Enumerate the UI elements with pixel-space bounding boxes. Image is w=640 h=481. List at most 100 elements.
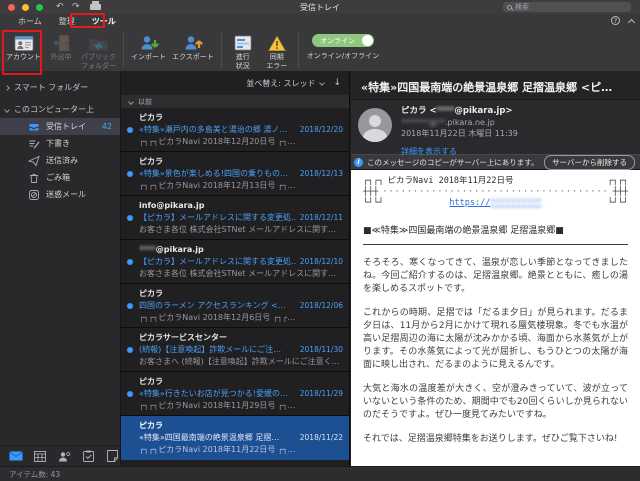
item-count: アイテム数: 43 — [9, 469, 61, 479]
sidebar-section-on-this-computer[interactable]: このコンピューター上 — [0, 101, 120, 118]
from-name: ピカラ < — [401, 106, 437, 116]
sort-label: 並べ替え: スレッド — [246, 78, 316, 88]
unread-dot — [127, 347, 133, 353]
list-item-selected[interactable]: ピカラ «特集»四国最南端の絶景温泉郷 足摺… 2018/11/22 ┌┐┌┐ピカ… — [121, 416, 349, 460]
banner-dots: ········································… — [382, 187, 609, 197]
content-area: スマート フォルダー このコンピューター上 受信トレイ 42 下書き 送信済み … — [0, 71, 640, 466]
redacted-url: ********** — [490, 198, 542, 208]
module-switcher — [0, 445, 121, 466]
newsletter-link[interactable]: https://********** — [449, 198, 541, 208]
people-module-icon[interactable] — [57, 450, 71, 462]
accounts-label: アカウント — [6, 53, 41, 61]
banner-corner: ┌┐┌┐ — [607, 176, 628, 186]
toolbar-separator — [297, 32, 299, 68]
item-date: 2018/11/22 — [299, 433, 343, 442]
account-card-icon — [14, 33, 34, 53]
tab-organize[interactable]: 整理 — [59, 16, 75, 27]
item-subject: «特集»景色が楽しめる!四国の乗りもの… — [139, 169, 288, 178]
list-item[interactable]: ピカラ «特集»瀬戸内の多島美と湯治の郷 湯ノ… 2018/12/20 ┌┐┌┐ピ… — [121, 108, 349, 152]
item-preview: ┌┐┌┐ピカラNavi 2018年12月6日号 ┌┐┌… — [139, 313, 296, 322]
warning-triangle-icon — [268, 33, 286, 53]
calendar-module-icon[interactable] — [33, 450, 47, 462]
chevron-down-icon — [128, 98, 134, 105]
list-item[interactable]: info@pikara.jp 【ピカラ】メールアドレスに関する変更処… 2018/… — [121, 196, 349, 240]
out-of-office-button: 外出中 — [44, 31, 78, 64]
list-item[interactable]: ピカラ 四国のラーメン アクセスランキング <… 2018/12/06 ┌┐┌┐ピ… — [121, 284, 349, 328]
online-toggle[interactable]: オンライン — [311, 34, 374, 47]
item-sender: ピカラサービスセンター — [139, 333, 227, 342]
sidebar-item-trash[interactable]: ごみ箱 — [0, 169, 120, 186]
export-button[interactable]: エクスポート — [169, 31, 217, 64]
door-icon — [53, 33, 70, 53]
message-date: 2018年11月22日 木曜日 11:39 — [401, 129, 518, 138]
show-details-link[interactable]: 詳細を表示する — [401, 146, 457, 158]
item-sender: info@pikara.jp — [139, 201, 205, 210]
server-copy-text: このメッセージのコピーがサーバー上にあります。 — [367, 157, 539, 167]
import-button[interactable]: インポート — [128, 31, 169, 64]
sidebar-item-inbox[interactable]: 受信トレイ 42 — [0, 118, 120, 135]
body-paragraph: それでは、足摺温泉郷特集をお送りします。ぜひご覧下さいね! — [363, 434, 618, 444]
search-box[interactable] — [503, 2, 631, 12]
item-subject: 【ピカラ】メールアドレスに関する変更処… — [139, 257, 296, 266]
item-preview: お客さま各位 株式会社STNet メールアドレスに関す… — [139, 225, 337, 234]
tab-home[interactable]: ホーム — [18, 16, 42, 27]
item-subject: «特集»瀬戸内の多島美と湯治の郷 湯ノ… — [139, 125, 288, 134]
ribbon-tab-bar: ホーム 整理 ツール ? — [0, 14, 640, 29]
list-item[interactable]: ピカラ «特集»行きたいお店が見つかる!愛媛の… 2018/11/29 ┌┐┌┐ピ… — [121, 372, 349, 416]
item-preview: お客さま各位 株式会社STNet メールアドレスに関す… — [139, 269, 337, 278]
folder-sidebar: スマート フォルダー このコンピューター上 受信トレイ 42 下書き 送信済み … — [0, 71, 121, 466]
help-icon[interactable]: ? — [611, 16, 620, 25]
group-label: 以前 — [138, 97, 152, 106]
sidebar-item-junk[interactable]: 迷惑メール — [0, 186, 120, 203]
tasks-module-icon[interactable] — [81, 450, 95, 462]
search-icon — [507, 4, 512, 10]
chevron-down-icon — [4, 106, 10, 113]
toolbar-separator — [220, 32, 222, 68]
app-window: ↶ ↷ 受信トレイ ホーム 整理 ツール ? アカウント 外出中 — [0, 0, 640, 481]
sync-errors-button[interactable]: 同期 エラー — [260, 31, 294, 73]
sender-avatar — [358, 108, 392, 142]
list-item[interactable]: ピカラサービスセンター (続報)【注意喚起】詐欺メールにご注… 2018/11/3… — [121, 328, 349, 372]
status-bar: アイテム数: 43 — [0, 466, 640, 481]
progress-button[interactable]: 進行 状況 — [226, 31, 260, 73]
banner-corner: ┌┐┌┐ — [363, 176, 384, 186]
sort-direction-icon[interactable]: ↓ — [333, 78, 341, 88]
sort-bar[interactable]: 並べ替え: スレッド ↓ — [121, 71, 349, 95]
inbox-icon — [28, 121, 40, 133]
item-sender: ピカラ — [139, 157, 163, 166]
online-offline-group: オンライン オンライン/オフライン — [307, 31, 379, 61]
list-item[interactable]: ピカラ «特集»景色が楽しめる!四国の乗りもの… 2018/12/13 ┌┐┌┐ピ… — [121, 152, 349, 196]
banner-corner: └┘└┘ — [363, 198, 384, 208]
body-paragraph: そろそろ、寒くなってきて、温泉が恋しい季節となってきましたね。今回ご紹介するのは… — [363, 258, 628, 294]
accounts-button[interactable]: アカウント — [3, 31, 44, 64]
sidebar-item-drafts[interactable]: 下書き — [0, 135, 120, 152]
sidebar-section-smart-folders[interactable]: スマート フォルダー — [0, 79, 120, 96]
unread-dot — [127, 171, 133, 177]
list-group-header[interactable]: 以前 — [121, 95, 349, 108]
paper-plane-icon — [28, 155, 40, 167]
from-domain: @pikara.jp> — [454, 106, 513, 116]
banner-corner: ┼┼┼ — [363, 187, 379, 197]
notes-module-icon[interactable] — [105, 450, 119, 462]
sync-errors-label-1: 同期 — [269, 53, 284, 61]
drafts-icon — [28, 138, 40, 150]
public-folder-icon — [88, 33, 109, 53]
tab-tools[interactable]: ツール — [92, 16, 116, 27]
item-subject: (続報)【注意喚起】詐欺メールにご注… — [139, 345, 282, 354]
mail-module-icon[interactable] — [9, 450, 23, 462]
search-input[interactable] — [515, 3, 627, 11]
item-sender: ピカラ — [139, 289, 163, 298]
item-sender: ピカラ — [139, 377, 163, 386]
reading-pane: «特集»四国最南端の絶景温泉郷 足摺温泉郷 <ピ… ピカラ <****@pika… — [351, 71, 640, 466]
export-label: エクスポート — [172, 53, 214, 61]
body-paragraph: 大気と海水の温度差が大きく、空が澄みきっていて、波が立っていないという条件のため… — [363, 384, 628, 420]
from-line: ピカラ <****@pikara.jp> — [401, 105, 634, 117]
collapse-ribbon-icon[interactable] — [627, 18, 636, 27]
item-subject: «特集»行きたいお店が見つかる!愛媛の… — [139, 389, 288, 398]
junk-label: 迷惑メール — [46, 190, 86, 199]
list-item[interactable]: ****@pikara.jp 【ピカラ】メールアドレスに関する変更処… 2018/… — [121, 240, 349, 284]
item-subject: 四国のラーメン アクセスランキング <… — [139, 301, 286, 310]
to-line: *******@**.pikara.ne.jp — [401, 117, 634, 128]
body-paragraph: これからの時期、足摺では「だるま夕日」が見られます。だるま夕日は、11月から2月… — [363, 308, 628, 370]
sidebar-item-sent[interactable]: 送信済み — [0, 152, 120, 169]
